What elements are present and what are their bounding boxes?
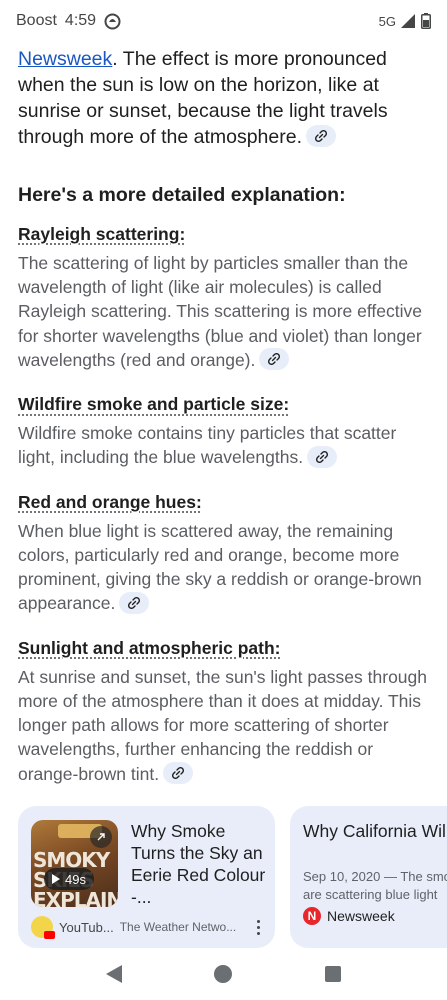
citation-link-button[interactable] xyxy=(259,348,290,371)
intro-paragraph: Newsweek. The effect is more pronounced … xyxy=(18,46,436,150)
card-meta: N Newsweek xyxy=(303,907,395,925)
link-icon xyxy=(314,129,328,142)
citation-link-button[interactable] xyxy=(163,761,194,784)
newsweek-favicon-icon: N xyxy=(303,907,321,925)
youtube-favicon-icon xyxy=(31,916,55,939)
explanation-item: Rayleigh scattering: The scattering of l… xyxy=(18,224,436,372)
card-title[interactable]: Why Smoke Turns the Sky an Eerie Red Col… xyxy=(131,820,266,908)
more-options-icon[interactable] xyxy=(250,919,266,935)
share-icon[interactable] xyxy=(90,826,112,848)
item-title[interactable]: Sunlight and atmospheric path: xyxy=(18,638,281,659)
newsweek-source-link[interactable]: Newsweek xyxy=(18,48,112,70)
recents-icon[interactable] xyxy=(324,966,341,982)
link-icon xyxy=(172,766,185,779)
ai-overview-content: Newsweek. The effect is more pronounced … xyxy=(18,42,436,808)
item-body: Wildfire smoke contains tiny particles t… xyxy=(18,423,397,468)
network-label: 5G xyxy=(378,13,396,29)
item-body: The scattering of light by particles sma… xyxy=(18,253,422,371)
card-title[interactable]: Why California Wil Have Turned the S xyxy=(303,820,447,842)
explanation-item: Wildfire smoke and particle size: Wildfi… xyxy=(18,394,436,470)
source-cards-carousel[interactable]: SMOKY SKIES EXPLAIN 49s Why Smoke Turns … xyxy=(18,806,447,948)
video-duration-badge: 49s xyxy=(44,868,94,890)
battery-icon xyxy=(421,13,431,29)
clock: 4:59 xyxy=(64,12,97,29)
signal-icon xyxy=(401,14,416,28)
link-icon xyxy=(268,353,281,366)
video-source-card[interactable]: SMOKY SKIES EXPLAIN 49s Why Smoke Turns … xyxy=(18,806,275,948)
section-heading: Here's a more detailed explanation: xyxy=(18,184,346,206)
citation-link-button[interactable] xyxy=(307,445,338,468)
carrier-label: Boost xyxy=(16,12,57,29)
notification-icon xyxy=(104,13,121,30)
link-icon xyxy=(128,596,141,609)
item-title[interactable]: Rayleigh scattering: xyxy=(18,224,185,245)
system-nav-bar xyxy=(0,948,447,1000)
card-source: Newsweek xyxy=(327,908,395,924)
article-source-card[interactable]: Why California Wil Have Turned the S Sep… xyxy=(290,806,447,948)
home-icon[interactable] xyxy=(214,965,233,983)
status-bar: Boost 4:59 5G xyxy=(0,0,447,42)
card-snippet: Sep 10, 2020 — The smo are scattering bl… xyxy=(303,869,447,902)
item-body: At sunrise and sunset, the sun's light p… xyxy=(18,666,428,784)
card-channel: The Weather Netwo... xyxy=(119,920,237,934)
link-icon xyxy=(316,450,329,463)
item-title[interactable]: Red and orange hues: xyxy=(18,492,202,513)
explanation-item: Sunlight and atmospheric path: At sunris… xyxy=(18,638,436,786)
item-body: When blue light is scattered away, the r… xyxy=(18,520,422,614)
item-title[interactable]: Wildfire smoke and particle size: xyxy=(18,394,289,415)
back-icon[interactable] xyxy=(106,965,123,983)
play-icon xyxy=(52,874,60,884)
explanation-item: Red and orange hues: When blue light is … xyxy=(18,492,436,616)
citation-link-button[interactable] xyxy=(306,124,336,147)
card-meta: YouTub... The Weather Netwo... xyxy=(31,916,266,939)
card-source: YouTub... xyxy=(59,919,114,935)
video-thumbnail[interactable]: SMOKY SKIES EXPLAIN 49s xyxy=(31,820,118,907)
citation-link-button[interactable] xyxy=(119,591,150,614)
